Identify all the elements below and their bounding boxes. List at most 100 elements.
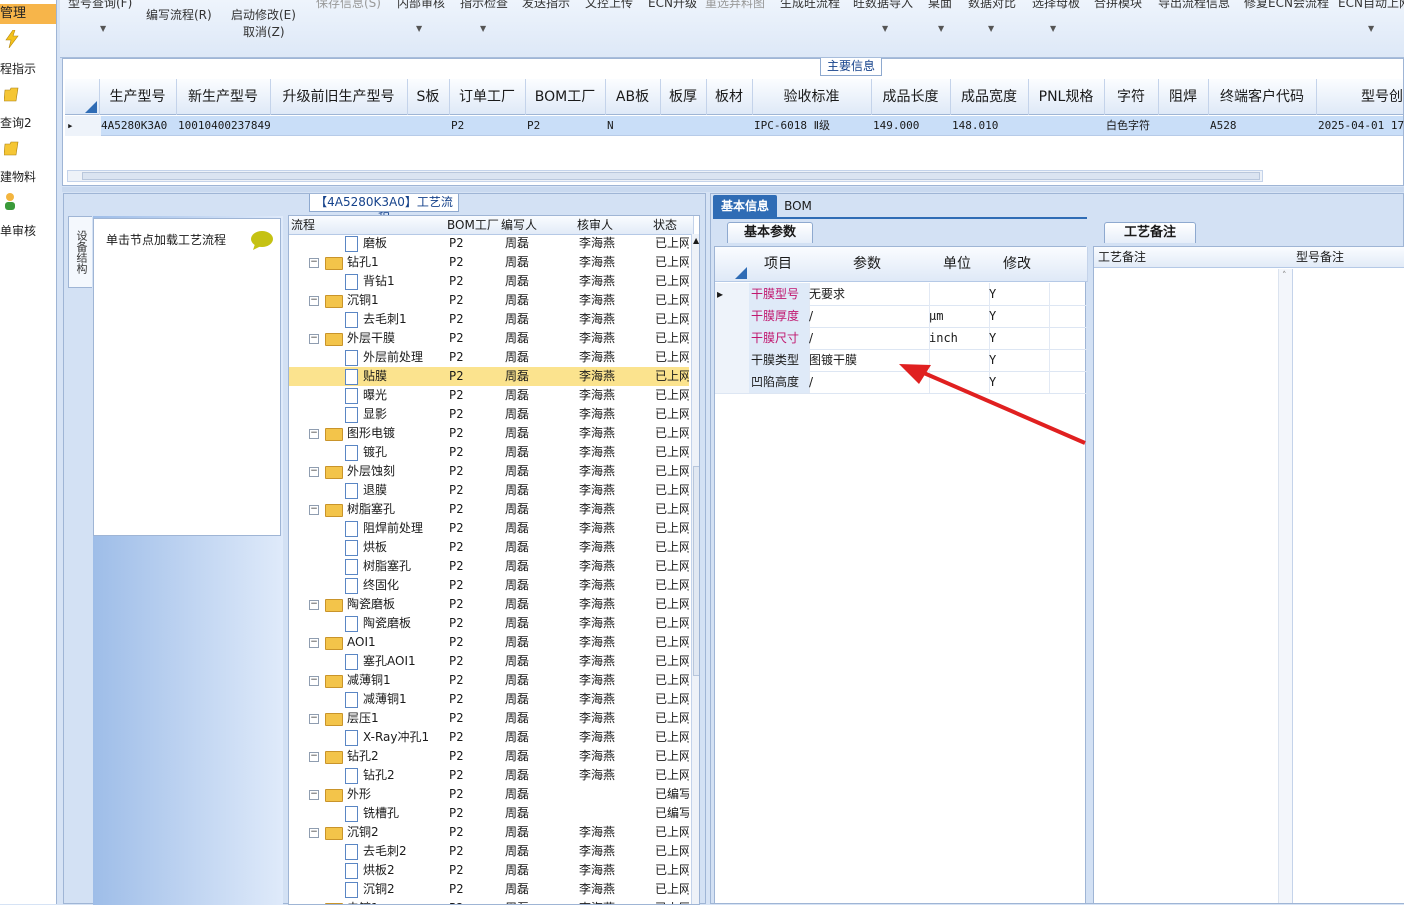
col-header[interactable]: 核审人 (575, 216, 652, 235)
generate-process-button[interactable]: 生成旺流程 (780, 0, 840, 11)
col-header[interactable]: 终端客户代码 (1208, 79, 1317, 115)
select-motherboard-button[interactable]: 选择母板 (1032, 0, 1080, 11)
chevron-down-icon[interactable]: ▼ (416, 24, 422, 33)
tree-row[interactable]: − 沉铜1 P2 周磊 李海燕 已上网 (289, 291, 689, 310)
tab-basic-info[interactable]: 基本信息 (713, 195, 777, 217)
tree-row[interactable]: − 钻孔2 P2 周磊 李海燕 已上网 (289, 747, 689, 766)
tree-row[interactable]: 镀孔 P2 周磊 李海燕 已上网 (289, 443, 689, 462)
nav-header[interactable]: 管理 (0, 4, 56, 24)
col-header[interactable]: BOM工厂 (445, 216, 500, 235)
param-row[interactable]: 干膜厚度 / μm Y (715, 305, 1087, 328)
col-header[interactable]: 生产型号 (99, 79, 177, 115)
tree-row[interactable]: − 图形电镀 P2 周磊 李海燕 已上网 (289, 424, 689, 443)
process-name[interactable]: 钻孔2 (347, 747, 457, 766)
param-unit[interactable] (927, 283, 990, 305)
process-name[interactable]: 外层蚀刻 (347, 462, 457, 481)
reselect-button[interactable]: 重选弃料图 (705, 0, 765, 11)
tree-row[interactable]: 显影 P2 周磊 李海燕 已上网 (289, 405, 689, 424)
scroll-thumb[interactable] (693, 466, 699, 676)
fix-ecn-button[interactable]: 修复ECN会流程 (1244, 0, 1329, 11)
tree-row[interactable]: − 减薄铜1 P2 周磊 李海燕 已上网 (289, 671, 689, 690)
col-header[interactable]: S板 (407, 79, 450, 115)
tree-row[interactable]: 终固化 P2 周磊 李海燕 已上网 (289, 576, 689, 595)
data-import-button[interactable]: 旺数据导入 (853, 0, 913, 11)
nav-item-order-review[interactable]: 单审核 (0, 192, 56, 242)
tab-equipment-structure[interactable]: 设备结构 (68, 216, 92, 288)
col-header[interactable]: 工艺备注 (1094, 247, 1297, 268)
tree-row[interactable]: 贴膜 P2 周磊 李海燕 已上网 (289, 367, 689, 386)
param-param[interactable]: 无要求 (807, 283, 930, 305)
process-name[interactable]: 沉铜1 (347, 291, 457, 310)
collapse-toggle-icon[interactable]: − (309, 334, 319, 344)
write-process-button[interactable]: 编写流程(R) (146, 6, 212, 23)
tree-row[interactable]: 去毛刺1 P2 周磊 李海燕 已上网 (289, 310, 689, 329)
collapse-toggle-icon[interactable]: − (309, 828, 319, 838)
param-row[interactable]: ▸ 干膜型号 无要求 Y (715, 283, 1087, 306)
chevron-down-icon[interactable]: ▼ (1368, 24, 1374, 33)
tree-row[interactable]: − 层压1 P2 周磊 李海燕 已上网 (289, 709, 689, 728)
scroll-up-icon[interactable]: ▲ (693, 236, 699, 245)
col-header[interactable]: 型号备注 (1292, 247, 1404, 268)
col-header[interactable]: 项目 (749, 247, 808, 282)
nav-item-query2[interactable]: 查询2 (0, 84, 56, 134)
tree-row[interactable]: 钻孔2 P2 周磊 李海燕 已上网 (289, 766, 689, 785)
col-header[interactable]: 成品宽度 (950, 79, 1029, 115)
save-info-button[interactable]: 保存信息(S) (316, 0, 381, 11)
collapse-toggle-icon[interactable]: − (309, 505, 319, 515)
process-name[interactable]: 外形 (347, 785, 457, 804)
col-header[interactable]: 新生产型号 (176, 79, 271, 115)
collapse-toggle-icon[interactable]: − (309, 429, 319, 439)
table-cell[interactable]: IPC-6018 Ⅱ级 (752, 116, 873, 136)
internal-review-button[interactable]: 内部审核 (397, 0, 445, 11)
table-cell[interactable] (270, 116, 409, 136)
table-cell[interactable]: A528 (1208, 116, 1318, 136)
tree-row[interactable]: −电镀1P2周磊李海燕已上网 (289, 899, 689, 904)
tree-row[interactable]: − 陶瓷磨板 P2 周磊 李海燕 已上网 (289, 595, 689, 614)
col-header[interactable]: 板厚 (660, 79, 707, 115)
scroll-up-icon[interactable]: ˄ (1282, 271, 1287, 281)
nav-item-create-material[interactable]: 建物料 (0, 138, 56, 188)
data-compare-button[interactable]: 数据对比 (968, 0, 1016, 11)
col-header[interactable]: 修改 (987, 247, 1048, 282)
collapse-toggle-icon[interactable]: − (309, 296, 319, 306)
col-header[interactable]: 字符 (1104, 79, 1159, 115)
tree-row[interactable]: − 树脂塞孔 P2 周磊 李海燕 已上网 (289, 500, 689, 519)
tree-row[interactable]: 外层前处理 P2 周磊 李海燕 已上网 (289, 348, 689, 367)
param-modify[interactable]: Y (987, 283, 1050, 305)
model-query-button[interactable]: 型号查询(F) (68, 0, 132, 11)
ecn-upgrade-button[interactable]: ECN升级 (648, 0, 697, 11)
ecn-auto-online-button[interactable]: ECN自动上网 (1338, 0, 1404, 11)
horizontal-splitter[interactable] (62, 187, 1404, 192)
param-param[interactable]: / (807, 327, 930, 349)
tree-row[interactable]: − 外层干膜 P2 周磊 李海燕 已上网 (289, 329, 689, 348)
collapse-toggle-icon[interactable]: − (309, 752, 319, 762)
tree-row[interactable]: 树脂塞孔 P2 周磊 李海燕 已上网 (289, 557, 689, 576)
nav-item-process-instruction[interactable]: 程指示 (0, 30, 56, 80)
tab-process-notes[interactable]: 工艺备注 (1104, 222, 1196, 243)
table-cell[interactable]: 10010400237849 (176, 116, 272, 136)
col-header[interactable]: 板材 (706, 79, 753, 115)
cancel-button[interactable]: 取消(Z) (243, 23, 285, 40)
start-modify-button[interactable]: 启动修改(E) (231, 6, 296, 23)
scroll-thumb[interactable] (82, 172, 1260, 180)
tree-row[interactable]: − 沉铜2 P2 周磊 李海燕 已上网 (289, 823, 689, 842)
process-name[interactable]: 树脂塞孔 (347, 500, 457, 519)
tree-row[interactable]: X-Ray冲孔1 P2 周磊 李海燕 已上网 (289, 728, 689, 747)
process-name[interactable]: AOI1 (347, 633, 457, 652)
table-cell[interactable]: 白色字符 (1104, 116, 1160, 136)
node-list[interactable]: 单击节点加载工艺流程 (93, 218, 281, 536)
process-name[interactable]: 沉铜2 (347, 823, 457, 842)
vertical-scrollbar[interactable]: ▲ (691, 234, 699, 904)
table-cell[interactable] (706, 116, 754, 136)
process-name[interactable]: 层压1 (347, 709, 457, 728)
tree-row[interactable]: 沉铜2 P2 周磊 李海燕 已上网 (289, 880, 689, 899)
tree-row[interactable]: 烘板2 P2 周磊 李海燕 已上网 (289, 861, 689, 880)
instruction-check-button[interactable]: 指示检查 (460, 0, 508, 11)
horizontal-scrollbar[interactable] (67, 170, 1263, 182)
col-header[interactable]: PNL规格 (1028, 79, 1105, 115)
table-cell[interactable] (1028, 116, 1106, 136)
export-process-button[interactable]: 导出流程信息 (1158, 0, 1230, 11)
collapse-toggle-icon[interactable]: − (309, 600, 319, 610)
chevron-down-icon[interactable]: ▼ (100, 24, 106, 33)
collapse-toggle-icon[interactable]: − (309, 638, 319, 648)
